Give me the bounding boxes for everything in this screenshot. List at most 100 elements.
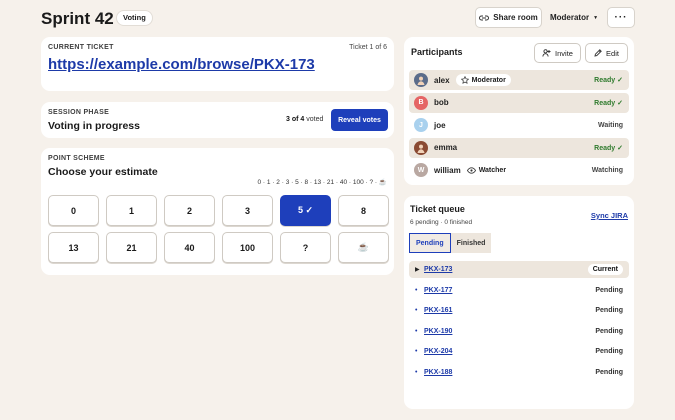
bullet-icon: • xyxy=(415,348,418,355)
ticket-queue-card: Ticket queue 6 pending · 0 finished Sync… xyxy=(404,196,634,409)
avatar: J xyxy=(414,118,428,132)
scheme-sequence: 0 · 1 · 2 · 3 · 5 · 8 · 13 · 21 · 40 · 1… xyxy=(257,179,387,186)
bullet-icon: • xyxy=(415,327,418,335)
queue-row[interactable]: • PKX-190 Pending xyxy=(409,323,629,340)
queue-ticket-status: Pending xyxy=(595,348,623,355)
session-phase-value: Voting in progress xyxy=(48,120,140,132)
sync-jira-link[interactable]: Sync JIRA xyxy=(591,211,628,220)
queue-ticket-status: Pending xyxy=(595,307,623,314)
queue-row[interactable]: • PKX-177 Pending xyxy=(409,282,629,299)
bullet-icon: • xyxy=(415,368,418,376)
bullet-icon: • xyxy=(415,307,418,314)
vote-card[interactable]: 1 xyxy=(106,195,157,226)
status-badge: Voting xyxy=(116,10,153,26)
tab-finished[interactable]: Finished xyxy=(450,233,492,253)
vote-card[interactable]: 5 ✓ xyxy=(280,195,331,226)
participant-status: Waiting xyxy=(597,121,623,129)
queue-ticket-link[interactable]: PKX-188 xyxy=(424,369,452,376)
participant-status: Watching xyxy=(591,166,623,174)
page-title: Sprint 42 xyxy=(41,9,114,28)
queue-tabs: Pending Finished xyxy=(409,233,492,253)
queue-ticket-link[interactable]: PKX-204 xyxy=(424,348,452,355)
queue-ticket-link[interactable]: PKX-177 xyxy=(424,287,452,294)
play-icon: ▶ xyxy=(415,267,420,273)
queue-ticket-link[interactable]: PKX-190 xyxy=(424,328,452,335)
queue-ticket-link[interactable]: PKX-161 xyxy=(424,307,452,314)
queue-ticket-status: Pending xyxy=(595,286,623,294)
queue-row[interactable]: • PKX-161 Pending xyxy=(409,302,629,319)
vote-card[interactable]: 8 xyxy=(338,195,389,226)
vote-card[interactable]: 40 xyxy=(164,232,215,263)
participants-title: Participants xyxy=(411,47,463,57)
participant-role-label: Moderator xyxy=(471,76,506,84)
participant-status: Ready ✓ xyxy=(594,144,623,152)
vote-card[interactable]: 21 xyxy=(106,232,157,263)
avatar: B xyxy=(414,95,428,110)
vote-card-grid: 0 1 2 3 5 ✓ 8 13 21 40 100 ? ☕ xyxy=(48,195,389,263)
participant-role-tag: Moderator xyxy=(455,74,511,86)
invite-button[interactable]: Invite xyxy=(534,43,581,63)
participant-name: joe xyxy=(434,120,446,130)
queue-ticket-status: Pending xyxy=(595,327,623,335)
queue-row[interactable]: • PKX-188 Pending xyxy=(409,364,629,381)
participants-card: Participants Invite Edit alex Moderator Re… xyxy=(404,37,634,185)
more-icon: ··· xyxy=(614,12,628,23)
pencil-icon xyxy=(594,49,602,57)
chevron-down-icon: ▼ xyxy=(593,14,599,21)
current-ticket-label: CURRENT TICKET xyxy=(48,44,114,51)
more-options-button[interactable]: ··· xyxy=(607,7,635,28)
vote-card[interactable]: 3 xyxy=(222,195,273,226)
participant-role-tag: Watcher xyxy=(466,166,507,174)
header: Sprint 42 Voting Share room Moderator ▼ … xyxy=(0,0,675,36)
participant-row: Wwilliam Watcher Watching xyxy=(409,160,629,180)
ticket-queue-title: Ticket queue xyxy=(410,204,465,214)
queue-row[interactable]: • PKX-204 Pending xyxy=(409,343,629,360)
queue-row[interactable]: ▶ PKX-173 Current xyxy=(409,261,629,278)
vote-card[interactable]: ? xyxy=(280,232,331,263)
ticket-queue-summary: 6 pending · 0 finished xyxy=(410,219,473,226)
participant-name: emma xyxy=(434,143,458,152)
vote-card[interactable]: 0 xyxy=(48,195,99,226)
vote-card-coffee[interactable]: ☕ xyxy=(338,232,389,263)
role-dropdown[interactable]: Moderator ▼ xyxy=(546,7,602,28)
vote-card[interactable]: 13 xyxy=(48,232,99,263)
queue-ticket-status: Current xyxy=(587,264,623,275)
avatar xyxy=(414,140,428,155)
participant-row: Bbob Ready ✓ xyxy=(409,92,629,113)
role-label: Moderator xyxy=(549,13,590,22)
eye-icon xyxy=(466,166,476,174)
point-scheme-card: POINT SCHEME Choose your estimate 0 · 1 … xyxy=(41,148,394,275)
participant-row: Jjoe Waiting xyxy=(409,115,629,135)
current-ticket-link[interactable]: https://example.com/browse/PKX-173 xyxy=(48,56,315,73)
add-user-icon xyxy=(542,49,551,57)
person-icon xyxy=(417,76,425,85)
star-icon xyxy=(460,76,469,84)
participant-row: alex Moderator Ready ✓ xyxy=(409,70,629,90)
session-phase-card: SESSION PHASE Voting in progress 3 of 4 … xyxy=(41,102,394,138)
current-ticket-card: CURRENT TICKET Ticket 1 of 6 https://exa… xyxy=(41,37,394,91)
edit-button[interactable]: Edit xyxy=(585,43,628,63)
participant-name: bob xyxy=(434,98,449,107)
queue-ticket-status: Pending xyxy=(595,368,623,376)
link-icon xyxy=(479,15,490,20)
participant-role-label: Watcher xyxy=(478,166,507,174)
tab-pending[interactable]: Pending xyxy=(409,233,451,253)
share-room-button[interactable]: Share room xyxy=(475,7,542,28)
share-room-label: Share room xyxy=(493,13,538,22)
point-scheme-label: POINT SCHEME xyxy=(48,155,105,162)
participant-status: Ready ✓ xyxy=(594,99,623,107)
point-scheme-title: Choose your estimate xyxy=(48,166,158,178)
vote-card[interactable]: 100 xyxy=(222,232,273,263)
participant-name: william xyxy=(434,165,461,175)
session-phase-label: SESSION PHASE xyxy=(48,109,110,116)
bullet-icon: • xyxy=(415,286,418,294)
vote-count: 3 of 4 voted xyxy=(286,116,324,123)
vote-card[interactable]: 2 xyxy=(164,195,215,226)
invite-label: Invite xyxy=(555,48,573,58)
participant-name: alex xyxy=(434,75,450,85)
participant-status: Ready ✓ xyxy=(594,77,623,84)
queue-ticket-link[interactable]: PKX-173 xyxy=(424,266,452,273)
avatar xyxy=(414,73,428,87)
reveal-votes-button[interactable]: Reveal votes xyxy=(331,109,388,131)
avatar: W xyxy=(414,163,428,177)
